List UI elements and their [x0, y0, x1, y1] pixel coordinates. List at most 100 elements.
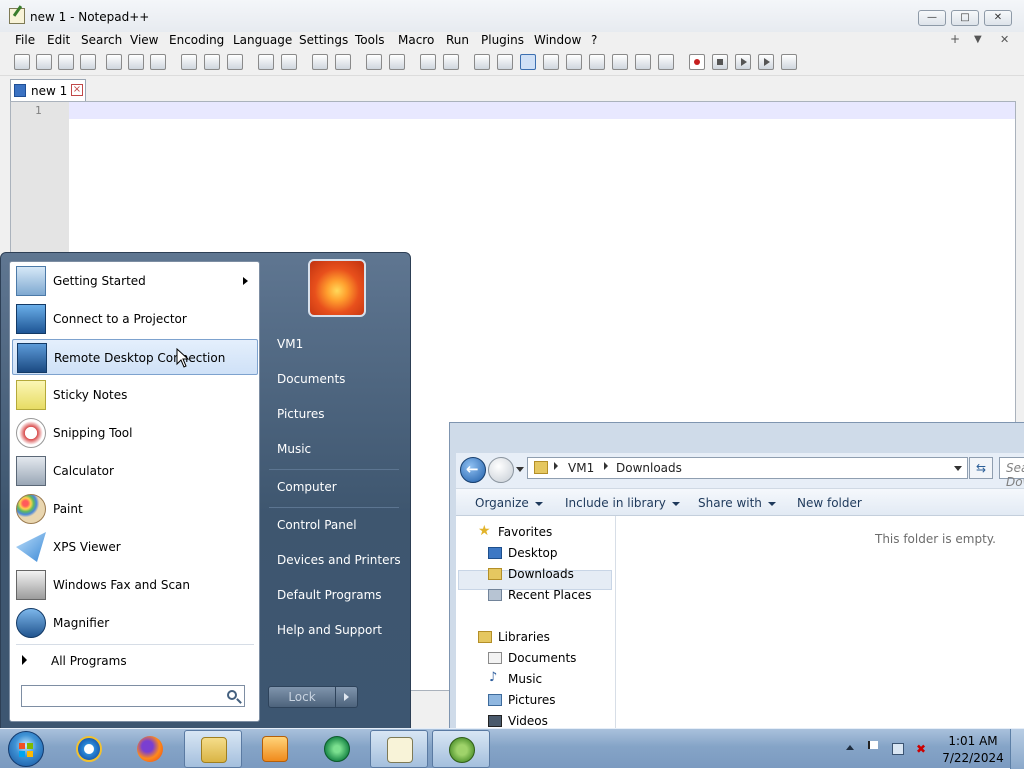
taskbar-media-center[interactable]	[308, 730, 366, 768]
start-link-default-programs[interactable]: Default Programs	[277, 588, 382, 602]
start-link-help-support[interactable]: Help and Support	[277, 623, 382, 637]
clock-time[interactable]: 1:01 AM	[948, 734, 998, 748]
save-all-icon[interactable]	[80, 54, 96, 70]
redo-icon[interactable]	[281, 54, 297, 70]
find-icon[interactable]	[312, 54, 328, 70]
paste-icon[interactable]	[227, 54, 243, 70]
network-icon[interactable]	[892, 743, 904, 755]
word-wrap-icon[interactable]	[474, 54, 490, 70]
submenu-arrow-icon[interactable]	[243, 277, 248, 285]
tab-new-1[interactable]: new 1 ×	[10, 79, 86, 101]
undo-icon[interactable]	[258, 54, 274, 70]
share-with-button[interactable]: Share with	[698, 496, 776, 510]
clock-date[interactable]: 7/22/2024	[942, 751, 1004, 765]
tab-list-chevron-icon[interactable]: ▼	[974, 34, 982, 45]
function-list-icon[interactable]	[612, 54, 628, 70]
start-link-devices-printers[interactable]: Devices and Printers	[277, 553, 401, 567]
recent-pages-chevron-icon[interactable]	[516, 467, 524, 472]
save-icon[interactable]	[58, 54, 74, 70]
organize-button[interactable]: Organize	[475, 496, 543, 510]
volume-muted-icon[interactable]: ✖	[916, 743, 928, 755]
new-tab-plus-icon[interactable]: +	[950, 32, 960, 46]
menu-view[interactable]: View	[130, 33, 158, 47]
title-bar[interactable]: new 1 - Notepad++ — □ ✕	[0, 0, 1024, 32]
menu-settings[interactable]: Settings	[299, 33, 348, 47]
macro-stop-icon[interactable]	[712, 54, 728, 70]
print-icon[interactable]	[150, 54, 166, 70]
search-icon[interactable]	[227, 690, 237, 700]
sync-horizontal-icon[interactable]	[443, 54, 459, 70]
program-sticky-notes[interactable]: Sticky Notes	[12, 377, 258, 413]
breadcrumb-chevron-icon[interactable]	[604, 462, 608, 470]
folder-workspace-icon[interactable]	[635, 54, 651, 70]
address-dropdown-icon[interactable]	[954, 466, 962, 471]
macro-run-multiple-icon[interactable]	[758, 54, 774, 70]
show-desktop-button[interactable]	[1010, 729, 1024, 769]
show-all-chars-icon[interactable]	[497, 54, 513, 70]
start-link-music[interactable]: Music	[277, 442, 311, 456]
start-link-pictures[interactable]: Pictures	[277, 407, 325, 421]
menu-tools[interactable]: Tools	[355, 33, 385, 47]
breadcrumb-chevron-icon[interactable]	[554, 462, 558, 470]
minimize-button[interactable]: —	[918, 10, 946, 26]
nav-downloads[interactable]: Downloads	[508, 567, 574, 581]
address-bar[interactable]: VM1 Downloads	[527, 457, 968, 479]
nav-music[interactable]: Music	[508, 672, 542, 686]
program-remote-desktop[interactable]: Remote Desktop Connection	[12, 339, 258, 375]
menu-run[interactable]: Run	[446, 33, 469, 47]
program-xps-viewer[interactable]: XPS Viewer	[12, 529, 258, 565]
cut-icon[interactable]	[181, 54, 197, 70]
sync-vertical-icon[interactable]	[420, 54, 436, 70]
copy-icon[interactable]	[204, 54, 220, 70]
macro-play-icon[interactable]	[735, 54, 751, 70]
program-fax-scan[interactable]: Windows Fax and Scan	[12, 567, 258, 603]
breadcrumb-vm1[interactable]: VM1	[568, 461, 594, 475]
tab-close-icon[interactable]: ×	[71, 84, 83, 96]
taskbar-firefox[interactable]	[121, 730, 179, 768]
lock-button[interactable]: Lock	[268, 686, 336, 708]
close-button[interactable]: ✕	[984, 10, 1012, 26]
include-in-library-button[interactable]: Include in library	[565, 496, 680, 510]
nav-videos[interactable]: Videos	[508, 714, 548, 728]
refresh-button[interactable]: ⇆	[969, 457, 993, 479]
taskbar-notepadpp[interactable]	[370, 730, 428, 768]
start-link-documents[interactable]: Documents	[277, 372, 345, 386]
start-search-input[interactable]	[21, 685, 245, 707]
zoom-in-icon[interactable]	[366, 54, 382, 70]
start-link-computer[interactable]: Computer	[277, 480, 337, 494]
nav-libraries[interactable]: Libraries	[498, 630, 550, 644]
nav-pictures[interactable]: Pictures	[508, 693, 556, 707]
start-link-vm1[interactable]: VM1	[277, 337, 303, 351]
indent-guide-icon[interactable]	[520, 54, 536, 70]
taskbar-internet-explorer[interactable]	[60, 730, 118, 768]
menu-plugins[interactable]: Plugins	[481, 33, 524, 47]
taskbar-media-player[interactable]	[246, 730, 304, 768]
document-map-icon[interactable]	[566, 54, 582, 70]
menu-help[interactable]: ?	[591, 33, 597, 47]
new-folder-button[interactable]: New folder	[797, 496, 862, 510]
menu-file[interactable]: File	[15, 33, 35, 47]
breadcrumb-downloads[interactable]: Downloads	[616, 461, 682, 475]
close-doc-icon[interactable]: ✕	[1000, 33, 1009, 46]
menu-language[interactable]: Language	[233, 33, 292, 47]
nav-recent-places[interactable]: Recent Places	[508, 588, 591, 602]
search-input[interactable]: Search Downloads	[999, 457, 1024, 489]
program-connect-projector[interactable]: Connect to a Projector	[12, 301, 258, 337]
menu-encoding[interactable]: Encoding	[169, 33, 224, 47]
program-calculator[interactable]: Calculator	[12, 453, 258, 489]
nav-desktop[interactable]: Desktop	[508, 546, 558, 560]
all-programs-button[interactable]: All Programs	[12, 648, 258, 674]
show-hidden-icons-chevron-up-icon[interactable]	[846, 745, 854, 750]
user-picture-avatar[interactable]	[308, 259, 366, 317]
nav-favorites[interactable]: Favorites	[498, 525, 552, 539]
replace-icon[interactable]	[335, 54, 351, 70]
forward-button[interactable]	[488, 457, 514, 483]
zoom-out-icon[interactable]	[389, 54, 405, 70]
taskbar-notepadpp-chameleon[interactable]	[432, 730, 490, 768]
program-snipping-tool[interactable]: Snipping Tool	[12, 415, 258, 451]
start-link-control-panel[interactable]: Control Panel	[277, 518, 357, 532]
maximize-button[interactable]: □	[951, 10, 979, 26]
document-list-icon[interactable]	[589, 54, 605, 70]
macro-save-icon[interactable]	[781, 54, 797, 70]
action-center-flag-icon[interactable]	[868, 741, 878, 749]
